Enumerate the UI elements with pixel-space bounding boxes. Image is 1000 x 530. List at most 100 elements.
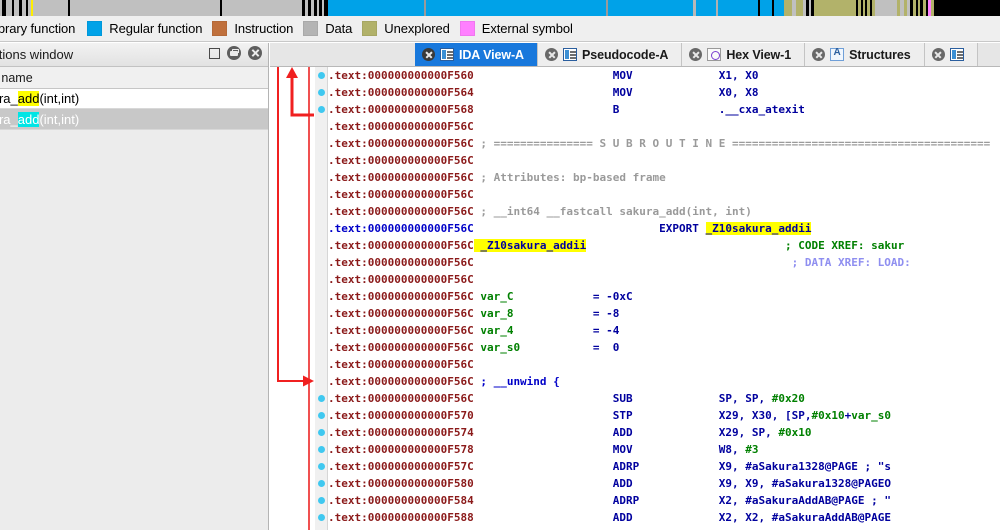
line-operands[interactable]: X29, SP, #0x10 bbox=[719, 426, 812, 439]
disassembly-line[interactable]: .text:000000000000F578 MOV W8, #3 bbox=[328, 441, 1000, 458]
disassembly-line[interactable]: .text:000000000000F56C _Z10sakura_addii … bbox=[328, 237, 1000, 254]
disassembly-line[interactable]: .text:000000000000F58C STUR W0, [X29,#va… bbox=[328, 526, 1000, 530]
legend-swatch-icon bbox=[212, 21, 227, 36]
disassembly-line[interactable]: .text:000000000000F588 ADD X2, X2, #aSak… bbox=[328, 509, 1000, 526]
disassembly-line[interactable]: .text:000000000000F56C var_C = -0xC bbox=[328, 288, 1000, 305]
function-name-prefix: akura_ bbox=[0, 91, 18, 106]
line-pad bbox=[474, 222, 659, 235]
disassembly-line[interactable]: .text:000000000000F56C bbox=[328, 356, 1000, 373]
line-comment: ; Attributes: bp-based frame bbox=[474, 171, 666, 184]
code-xref-comment: ; CODE XREF: sakur bbox=[785, 239, 904, 252]
disassembly-line[interactable]: .text:000000000000F56C var_4 = -4 bbox=[328, 322, 1000, 339]
disassembly-line[interactable]: .text:000000000000F570 STP X29, X30, [SP… bbox=[328, 407, 1000, 424]
disassembly-line[interactable]: .text:000000000000F584 ADRP X2, #aSakura… bbox=[328, 492, 1000, 509]
navigator-band[interactable] bbox=[0, 0, 1000, 16]
disassembly-line[interactable]: .text:000000000000F568 B .__cxa_atexit bbox=[328, 101, 1000, 118]
line-address: .text:000000000000F56C bbox=[328, 222, 474, 235]
stack-variable-name[interactable]: var_8 bbox=[474, 307, 593, 320]
disassembly-line[interactable]: .text:000000000000F56C var_s0 = 0 bbox=[328, 339, 1000, 356]
tab-pseudocode-a[interactable]: Pseudocode-A bbox=[538, 43, 682, 66]
line-operands[interactable]: X0, X8 bbox=[719, 86, 759, 99]
legend-label: External symbol bbox=[482, 21, 573, 36]
disassembly-line[interactable]: .text:000000000000F56C ; __unwind { bbox=[328, 373, 1000, 390]
disassembly-line[interactable]: .text:000000000000F56C ; DATA XREF: LOAD… bbox=[328, 254, 1000, 271]
line-mnemonic: ADRP bbox=[613, 460, 640, 473]
line-operands[interactable]: X1, X0 bbox=[719, 69, 759, 82]
navband-cursor bbox=[31, 0, 33, 16]
function-label[interactable]: _Z10sakura_addii bbox=[474, 239, 587, 252]
maximize-icon[interactable] bbox=[209, 48, 220, 59]
line-operands[interactable]: X2, #aSakuraAddAB@PAGE ; " bbox=[719, 494, 891, 507]
tab-close-icon[interactable] bbox=[812, 48, 825, 61]
disassembly-line[interactable]: .text:000000000000F574 ADD X29, SP, #0x1… bbox=[328, 424, 1000, 441]
stack-variable-name[interactable]: var_s0 bbox=[474, 341, 593, 354]
disassembly-line[interactable]: .text:000000000000F56C bbox=[328, 271, 1000, 288]
refresh-icon[interactable] bbox=[227, 46, 241, 60]
disassembly-line[interactable]: .text:000000000000F56C bbox=[328, 186, 1000, 203]
line-mnemonic: MOV bbox=[613, 69, 640, 82]
line-address: .text:000000000000F568 bbox=[328, 103, 474, 116]
export-symbol-name[interactable]: _Z10sakura_addii bbox=[706, 222, 812, 235]
disassembly-line[interactable]: .text:000000000000F56C ; __int64 __fastc… bbox=[328, 203, 1000, 220]
disassembly-line[interactable]: .text:000000000000F56C bbox=[328, 118, 1000, 135]
line-address: .text:000000000000F56C bbox=[328, 256, 474, 269]
disassembly-line[interactable]: .text:000000000000F56C ; Attributes: bp-… bbox=[328, 169, 1000, 186]
disassembly-view[interactable]: .text:000000000000F560 MOV X1, X0.text:0… bbox=[270, 67, 1000, 530]
stack-variable-name[interactable]: var_4 bbox=[474, 324, 593, 337]
tab-hex-view-1[interactable]: Hex View-1 bbox=[682, 43, 805, 66]
tab-more[interactable] bbox=[925, 43, 978, 66]
function-list-item[interactable]: akura_add(int,int) bbox=[0, 109, 268, 129]
line-operands[interactable]: X29, X30, [SP,#0x10+var_s0 bbox=[719, 409, 891, 422]
navband-segment bbox=[784, 0, 792, 16]
functions-list[interactable]: akura_add(int,int)akura_add(int,int) bbox=[0, 89, 268, 129]
line-operands[interactable]: W8, #3 bbox=[719, 443, 759, 456]
disassembly-doc-icon bbox=[563, 48, 577, 61]
line-address: .text:000000000000F56C bbox=[328, 341, 474, 354]
line-operands[interactable]: X2, X2, #aSakuraAddAB@PAGE bbox=[719, 511, 891, 524]
disassembly-line[interactable]: .text:000000000000F56C bbox=[328, 152, 1000, 169]
disassembly-line[interactable]: .text:000000000000F564 MOV X0, X8 bbox=[328, 84, 1000, 101]
tab-close-icon[interactable] bbox=[545, 48, 558, 61]
tab-close-icon[interactable] bbox=[422, 48, 435, 61]
legend-label: Regular function bbox=[109, 21, 202, 36]
line-pad2 bbox=[639, 426, 718, 439]
disassembly-lines[interactable]: .text:000000000000F560 MOV X1, X0.text:0… bbox=[328, 67, 1000, 530]
line-operands[interactable]: .__cxa_atexit bbox=[719, 103, 805, 116]
close-icon[interactable] bbox=[248, 46, 262, 60]
line-pad2 bbox=[639, 86, 718, 99]
line-mnemonic: ADD bbox=[613, 426, 640, 439]
line-pad2 bbox=[639, 409, 718, 422]
view-tabs[interactable]: IDA View-A Pseudocode-AHex View-1Structur… bbox=[270, 43, 1000, 67]
stack-variable-name[interactable]: var_C bbox=[474, 290, 593, 303]
instruction-marker-dot bbox=[318, 514, 325, 521]
instruction-gutter bbox=[315, 67, 328, 530]
disassembly-line[interactable]: .text:000000000000F56C EXPORT _Z10sakura… bbox=[328, 220, 1000, 237]
line-address: .text:000000000000F574 bbox=[328, 426, 474, 439]
navband-segment bbox=[718, 0, 758, 16]
line-operands[interactable]: X9, #aSakura1328@PAGE ; "s bbox=[719, 460, 891, 473]
tab-close-icon[interactable] bbox=[689, 48, 702, 61]
tab-close-icon[interactable] bbox=[932, 48, 945, 61]
disassembly-line[interactable]: .text:000000000000F56C SUB SP, SP, #0x20 bbox=[328, 390, 1000, 407]
line-pad bbox=[474, 494, 613, 507]
functions-column-header[interactable]: on name bbox=[0, 67, 268, 89]
legend-label: Instruction bbox=[234, 21, 293, 36]
disassembly-line[interactable]: .text:000000000000F57C ADRP X9, #aSakura… bbox=[328, 458, 1000, 475]
line-pad bbox=[474, 256, 792, 269]
legend-swatch-icon bbox=[87, 21, 102, 36]
line-comment: ; =============== S U B R O U T I N E ==… bbox=[474, 137, 991, 150]
disassembly-line[interactable]: .text:000000000000F56C var_8 = -8 bbox=[328, 305, 1000, 322]
disassembly-line[interactable]: .text:000000000000F56C ; ===============… bbox=[328, 135, 1000, 152]
disassembly-line[interactable]: .text:000000000000F560 MOV X1, X0 bbox=[328, 67, 1000, 84]
line-address: .text:000000000000F564 bbox=[328, 86, 474, 99]
legend-label: Unexplored bbox=[384, 21, 450, 36]
disassembly-line[interactable]: .text:000000000000F580 ADD X9, X9, #aSak… bbox=[328, 475, 1000, 492]
function-list-item[interactable]: akura_add(int,int) bbox=[0, 89, 268, 109]
line-mnemonic: MOV bbox=[613, 443, 640, 456]
tab-label: IDA View-A bbox=[459, 48, 524, 62]
tab-structures[interactable]: Structures bbox=[805, 43, 925, 66]
line-mnemonic: ADRP bbox=[613, 494, 640, 507]
line-operands[interactable]: X9, X9, #aSakura1328@PAGEO bbox=[719, 477, 891, 490]
tab-ida-view-a[interactable]: IDA View-A bbox=[415, 43, 538, 66]
line-operands[interactable]: SP, SP, #0x20 bbox=[719, 392, 805, 405]
